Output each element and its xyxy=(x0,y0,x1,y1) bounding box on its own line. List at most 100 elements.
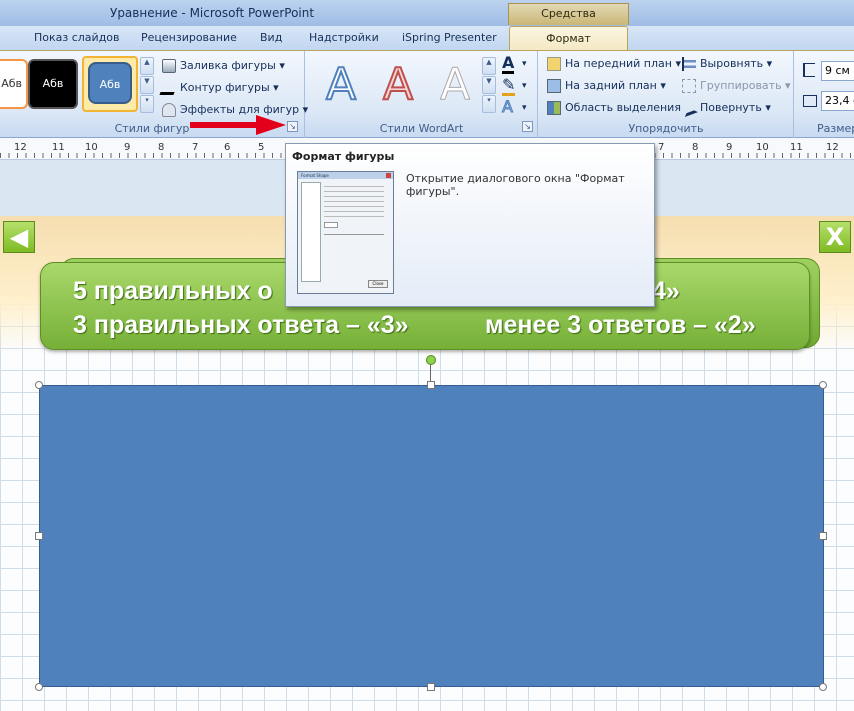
rotate-icon xyxy=(680,99,698,117)
group-label-size: Размер xyxy=(817,122,854,135)
rotate-button[interactable]: Повернуть ▾ xyxy=(680,99,771,117)
tooltip-description: Открытие диалогового окна "Формат фигуры… xyxy=(406,172,625,198)
send-to-back-label: На задний план xyxy=(565,79,657,92)
dialog-preview-image: Format Shape Close xyxy=(297,171,394,294)
pencil-icon xyxy=(159,81,179,95)
rotation-handle[interactable] xyxy=(426,355,436,365)
send-to-back-button[interactable]: На задний план ▾ xyxy=(547,77,666,95)
shape-fill-button[interactable]: Заливка фигуры ▾ xyxy=(162,57,285,75)
wordart-down-button[interactable]: ▼ xyxy=(482,76,496,94)
ruler-tick-label: 9 xyxy=(124,142,131,153)
tab-slideshow[interactable]: Показ слайдов xyxy=(34,31,120,44)
height-icon xyxy=(803,63,815,77)
close-slide-button[interactable]: X xyxy=(819,221,851,253)
context-tab-group-label: Средства рисования xyxy=(508,3,629,40)
group-arrange: На передний план ▾ На задний план ▾ Обла… xyxy=(539,51,794,138)
width-icon xyxy=(803,95,817,107)
dialog-preview-close-button: Close xyxy=(368,280,388,288)
resize-handle-right[interactable] xyxy=(819,532,827,540)
shape-style-black[interactable]: Абв xyxy=(28,59,78,109)
resize-handle-bottom-right[interactable] xyxy=(819,683,827,691)
gallery-more-button[interactable]: ▾ xyxy=(140,95,154,113)
format-shape-tooltip: Формат фигуры Format Shape Close Открыти… xyxy=(285,143,655,307)
selected-rectangle-shape[interactable] xyxy=(39,385,824,687)
tab-view[interactable]: Вид xyxy=(260,31,282,44)
group-icon xyxy=(682,79,696,93)
ruler-tick-label: 11 xyxy=(52,142,65,153)
dialog-preview-title: Format Shape xyxy=(298,172,393,179)
bring-to-front-button[interactable]: На передний план ▾ xyxy=(547,55,681,73)
selection-pane-button[interactable]: Область выделения xyxy=(547,99,681,117)
align-label: Выровнять xyxy=(700,57,764,70)
shape-style-blue-label: Абв xyxy=(88,62,132,104)
ruler-tick-label: 12 xyxy=(826,142,839,153)
banner-line1-right: 4» xyxy=(652,277,680,305)
text-effects-dropdown-icon[interactable]: ▾ xyxy=(522,103,527,113)
dialog-preview-close-icon xyxy=(386,173,391,178)
tab-review[interactable]: Рецензирование xyxy=(141,31,237,44)
resize-handle-left[interactable] xyxy=(35,532,43,540)
send-back-icon xyxy=(547,79,561,93)
paint-bucket-icon xyxy=(162,59,176,73)
red-arrow-icon xyxy=(190,115,286,135)
group-size: 9 см 23,4 с Размер xyxy=(795,51,854,138)
text-outline-icon[interactable]: ✎ xyxy=(502,77,516,96)
text-effects-icon[interactable]: A xyxy=(502,98,514,115)
dialog-preview-sidebar xyxy=(301,182,321,282)
group-label: Группировать xyxy=(700,79,782,92)
tab-addins[interactable]: Надстройки xyxy=(309,31,379,44)
ruler-tick-label: 8 xyxy=(158,142,165,153)
gallery-up-button[interactable]: ▲ xyxy=(140,57,154,75)
group-button[interactable]: Группировать ▾ xyxy=(682,77,791,95)
shape-style-black-label: Абв xyxy=(42,77,64,90)
ruler-tick-label: 12 xyxy=(14,142,27,153)
window-title: Уравнение - Microsoft PowerPoint xyxy=(110,6,315,20)
resize-handle-top-right[interactable] xyxy=(819,381,827,389)
group-label-wordart: Стили WordArt xyxy=(379,122,464,135)
text-fill-dropdown-icon[interactable]: ▾ xyxy=(522,59,527,69)
ruler-tick-label: 8 xyxy=(692,142,699,153)
text-outline-dropdown-icon[interactable]: ▾ xyxy=(522,81,527,91)
selection-pane-icon xyxy=(547,101,561,115)
align-icon xyxy=(682,57,696,71)
banner-line2-right: менее 3 ответов – «2» xyxy=(485,311,756,339)
bring-front-icon xyxy=(547,57,561,71)
tab-ispring[interactable]: iSpring Presenter xyxy=(402,31,497,44)
resize-handle-top-left[interactable] xyxy=(35,381,43,389)
resize-handle-bottom[interactable] xyxy=(427,683,435,691)
ribbon: Абв Абв Абв ▲ ▼ ▾ Заливка фигуры ▾ Конту… xyxy=(0,50,854,138)
shape-outline-button[interactable]: Контур фигуры ▾ xyxy=(159,79,279,97)
dialog-preview-slider xyxy=(324,230,384,235)
group-wordart: A A A ▲ ▼ ▾ A ▾ ✎ ▾ A ▾ ↘ Стили WordArt xyxy=(306,51,538,138)
dialog-preview-color-box xyxy=(324,222,338,228)
wordart-style-white[interactable]: A xyxy=(428,59,482,111)
shape-fill-label: Заливка фигуры xyxy=(180,59,276,72)
wordart-up-button[interactable]: ▲ xyxy=(482,57,496,75)
ruler-tick-label: 6 xyxy=(224,142,231,153)
gallery-down-button[interactable]: ▼ xyxy=(140,76,154,94)
shape-style-orange[interactable]: Абв xyxy=(0,59,28,109)
width-field[interactable]: 23,4 с xyxy=(821,91,854,111)
tooltip-title: Формат фигуры xyxy=(292,150,395,163)
banner-line1-left: 5 правильных о xyxy=(73,277,273,305)
back-button[interactable]: ◀ xyxy=(3,221,35,253)
wordart-style-red[interactable]: A xyxy=(371,58,425,111)
shape-style-selected[interactable]: Абв xyxy=(82,56,138,112)
bring-to-front-label: На передний план xyxy=(565,57,672,70)
ruler-tick-label: 9 xyxy=(726,142,733,153)
align-button[interactable]: Выровнять ▾ xyxy=(682,55,772,73)
wordart-more-button[interactable]: ▾ xyxy=(482,95,496,113)
selection-pane-label: Область выделения xyxy=(565,101,681,114)
wordart-style-blue[interactable]: A xyxy=(314,58,368,111)
shape-style-orange-label: Абв xyxy=(1,77,22,90)
ruler-tick-label: 10 xyxy=(756,142,769,153)
ruler-tick-label: 10 xyxy=(85,142,98,153)
tab-format[interactable]: Формат xyxy=(509,26,628,51)
dialog-preview-options xyxy=(324,186,384,220)
effects-icon xyxy=(162,103,176,117)
height-field[interactable]: 9 см xyxy=(821,61,854,81)
text-fill-icon[interactable]: A xyxy=(502,55,515,74)
ruler-tick-label: 5 xyxy=(258,142,265,153)
resize-handle-bottom-left[interactable] xyxy=(35,683,43,691)
resize-handle-top[interactable] xyxy=(427,381,435,389)
